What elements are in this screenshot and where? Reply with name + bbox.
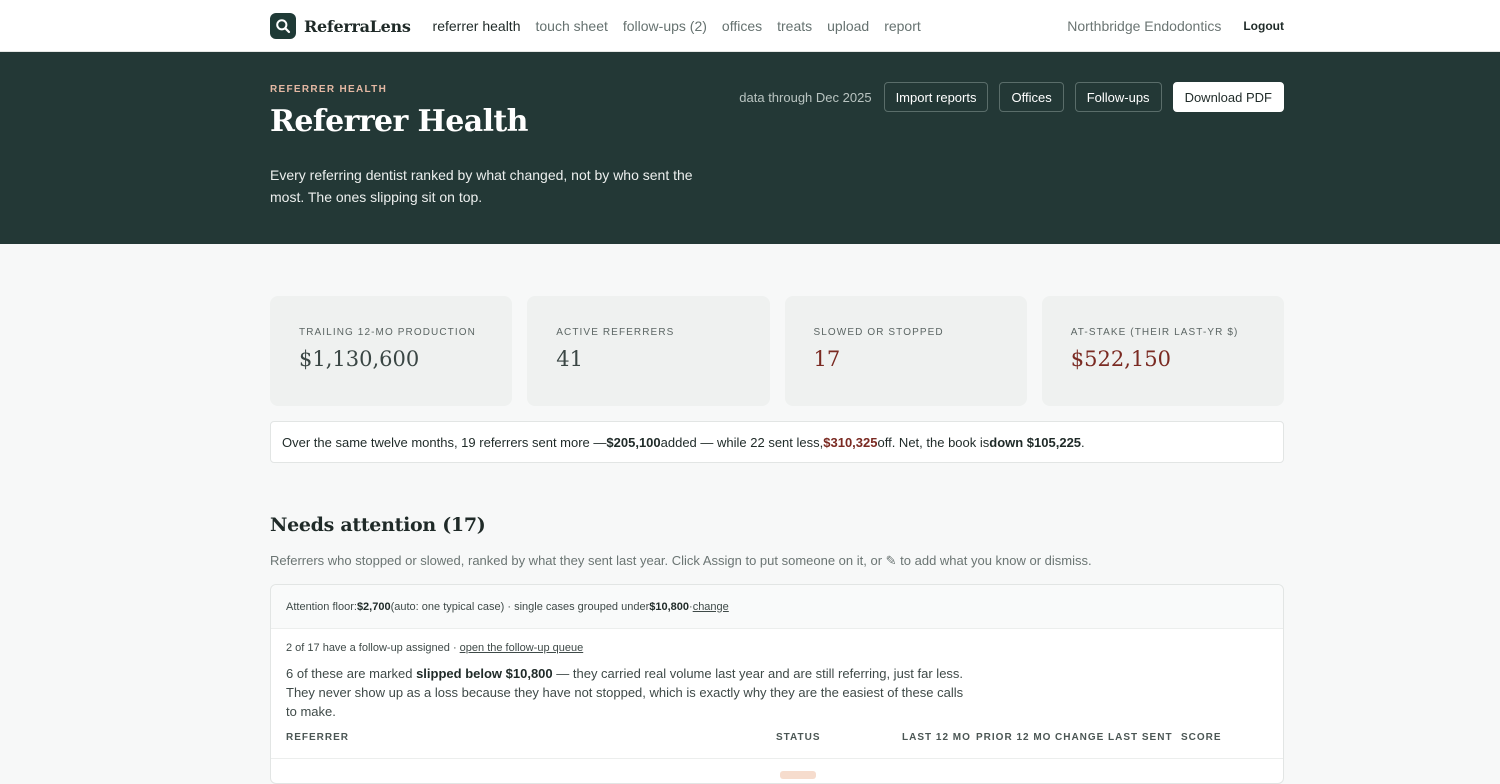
nav-links: referrer health touch sheet follow-ups (… xyxy=(433,18,921,34)
table-header: REFERRER STATUS LAST 12 MO PRIOR 12 MO C… xyxy=(271,729,1283,759)
header-actions: data through Dec 2025 Import reports Off… xyxy=(739,82,1284,112)
top-nav: ReferraLens referrer health touch sheet … xyxy=(0,0,1500,52)
stat-card-at-stake: AT-STAKE (THEIR LAST-YR $) $522,150 xyxy=(1041,296,1284,406)
brand-logo[interactable]: ReferraLens xyxy=(270,13,411,39)
stat-value: $522,150 xyxy=(1070,347,1171,371)
change-floor-link[interactable]: change xyxy=(693,601,729,613)
page-eyebrow: REFERRER HEALTH xyxy=(270,84,388,95)
nav-link-touch-sheet[interactable]: touch sheet xyxy=(535,18,607,34)
nav-link-referrer-health[interactable]: referrer health xyxy=(433,18,521,34)
stat-label: AT-STAKE (THEIR LAST-YR $) xyxy=(1070,327,1239,338)
column-header-last-sent[interactable]: LAST SENT xyxy=(1108,732,1173,743)
stat-label: TRAILING 12-MO PRODUCTION xyxy=(299,327,476,338)
net-change-summary: Over the same twelve months, 19 referrer… xyxy=(270,421,1284,463)
practice-name[interactable]: Northbridge Endodontics xyxy=(1067,18,1221,34)
needs-attention-title: Needs attention (17) xyxy=(270,514,486,536)
nav-link-upload[interactable]: upload xyxy=(827,18,869,34)
needs-attention-table: Attention floor: $2,700 (auto: one typic… xyxy=(270,584,1284,784)
stat-value: $1,130,600 xyxy=(299,347,420,371)
data-through-label: data through Dec 2025 xyxy=(739,89,872,105)
summary-text: added — while 22 sent less, xyxy=(660,434,824,450)
stat-value: 41 xyxy=(556,347,583,371)
column-header-referrer[interactable]: REFERRER xyxy=(286,732,349,743)
summary-net: down $105,225 xyxy=(989,434,1082,450)
floor-text: (auto: one typical case) · single cases … xyxy=(390,600,650,613)
floor-amount: $2,700 xyxy=(356,600,391,613)
stat-label: SLOWED OR STOPPED xyxy=(813,327,944,338)
logout-button[interactable]: Logout xyxy=(1243,15,1284,37)
stat-value: 17 xyxy=(813,347,841,371)
brand-name: ReferraLens xyxy=(304,16,411,36)
import-reports-button[interactable]: Import reports xyxy=(883,82,989,112)
needs-attention-subtitle: Referrers who stopped or slowed, ranked … xyxy=(270,553,1092,568)
note-bold: slipped below $10,800 xyxy=(416,666,553,681)
nav-link-offices[interactable]: offices xyxy=(722,18,762,34)
note-text: 6 of these are marked xyxy=(286,666,417,681)
stat-card-active-referrers: ACTIVE REFERRERS 41 xyxy=(527,296,770,406)
assigned-text: 2 of 17 have a follow-up assigned · xyxy=(286,642,460,654)
page-header: REFERRER HEALTH Referrer Health Every re… xyxy=(0,52,1500,244)
download-pdf-button[interactable]: Download PDF xyxy=(1172,82,1284,112)
page-description: Every referring dentist ranked by what c… xyxy=(270,167,693,205)
nav-link-follow-ups[interactable]: follow-ups (2) xyxy=(623,18,707,34)
column-header-prior-12-mo[interactable]: PRIOR 12 MO xyxy=(976,732,1051,743)
attention-floor-bar: Attention floor: $2,700 (auto: one typic… xyxy=(271,585,1283,629)
stat-label: ACTIVE REFERRERS xyxy=(556,327,675,338)
summary-text: off. Net, the book is xyxy=(877,434,990,450)
stat-card-slowed: SLOWED OR STOPPED 17 xyxy=(784,296,1027,406)
nav-link-treats[interactable]: treats xyxy=(777,18,812,34)
search-icon xyxy=(270,13,296,39)
summary-text: Over the same twelve months, 19 referrer… xyxy=(282,434,607,450)
offices-button[interactable]: Offices xyxy=(999,82,1064,112)
stat-card-production: TRAILING 12-MO PRODUCTION $1,130,600 xyxy=(270,296,513,406)
page-title: Referrer Health xyxy=(270,104,529,139)
floor-group-amount: $10,800 xyxy=(649,600,690,613)
status-badge xyxy=(780,771,816,779)
column-header-last-12-mo[interactable]: LAST 12 MO xyxy=(902,732,971,743)
open-follow-up-queue-link[interactable]: open the follow-up queue xyxy=(460,642,584,654)
column-header-change[interactable]: CHANGE xyxy=(1055,732,1104,743)
column-header-score[interactable]: SCORE xyxy=(1181,732,1222,743)
summary-added: $205,100 xyxy=(606,434,661,450)
follow-up-assigned-note: 2 of 17 have a follow-up assigned · open… xyxy=(286,642,583,654)
follow-ups-button[interactable]: Follow-ups xyxy=(1074,82,1162,112)
summary-off: $310,325 xyxy=(823,434,878,450)
nav-link-report[interactable]: report xyxy=(884,18,921,34)
stat-cards: TRAILING 12-MO PRODUCTION $1,130,600 ACT… xyxy=(270,296,1284,406)
summary-text: . xyxy=(1081,434,1085,450)
floor-text: Attention floor: xyxy=(286,600,357,613)
slipped-note: 6 of these are marked slipped below $10,… xyxy=(286,664,966,721)
column-header-status[interactable]: STATUS xyxy=(776,732,821,743)
